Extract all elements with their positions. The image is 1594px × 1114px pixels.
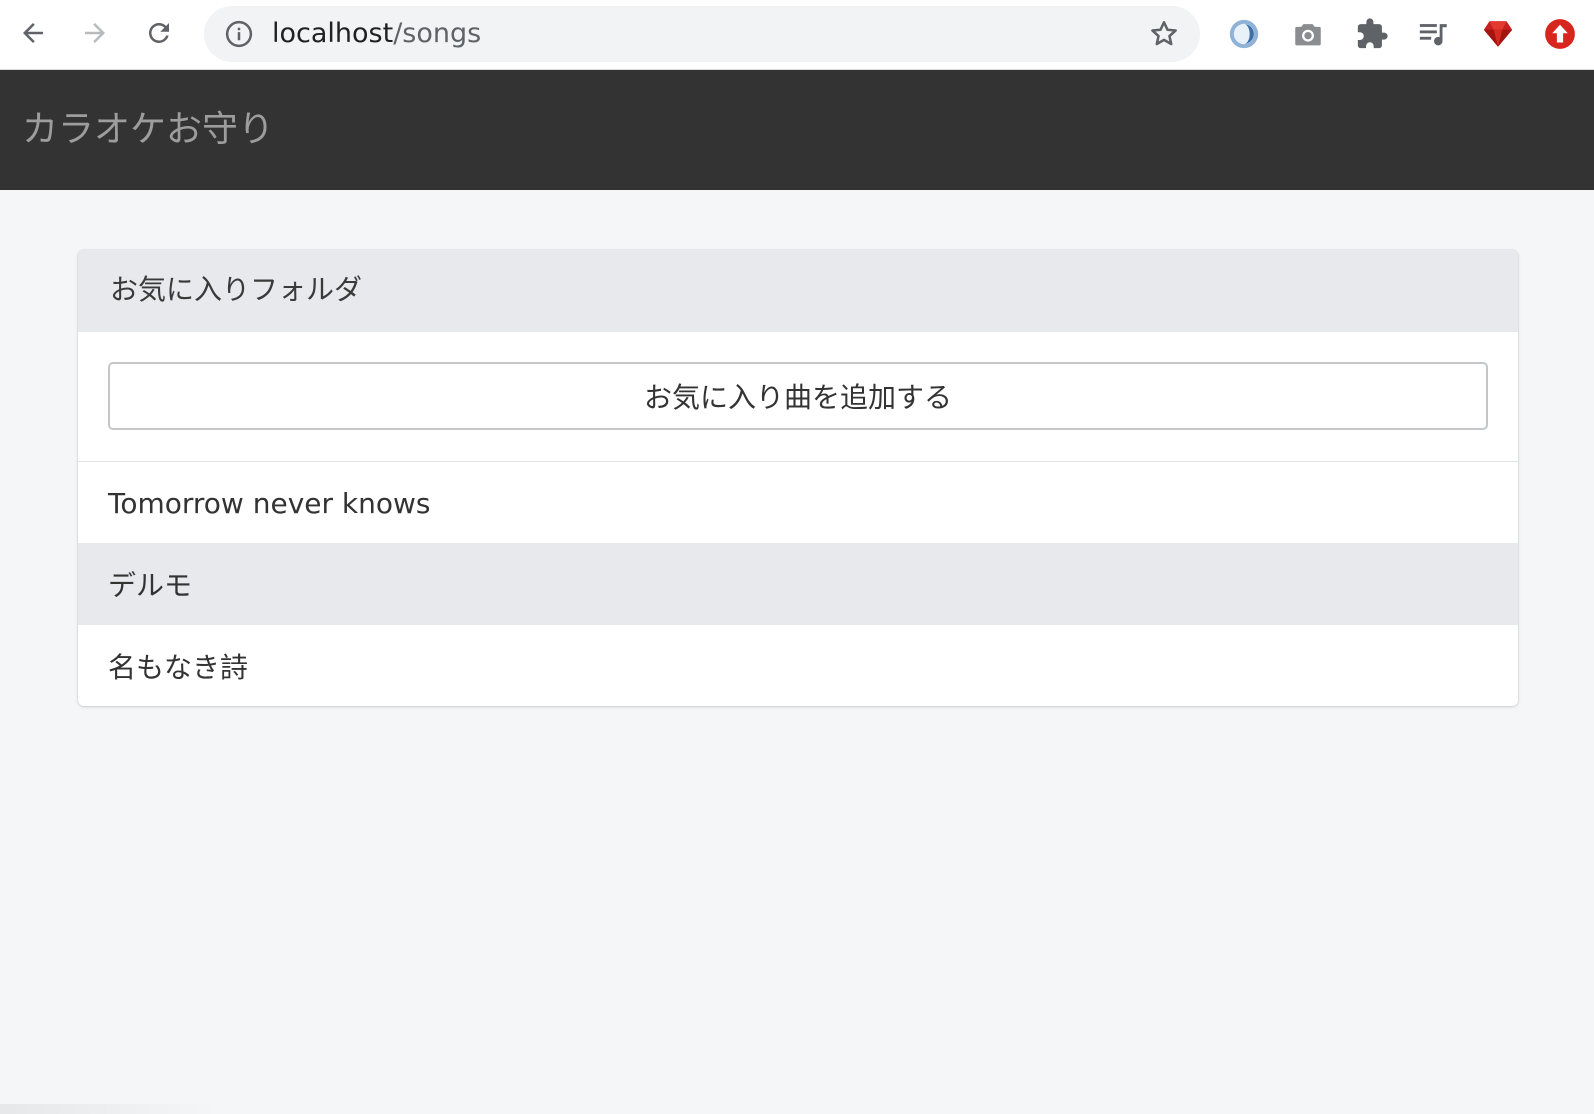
star-icon[interactable] <box>1148 18 1180 50</box>
playlist-icon <box>1419 24 1447 46</box>
url-host: localhost <box>272 18 394 49</box>
extensions-button[interactable] <box>1352 14 1392 54</box>
camera-icon <box>1295 24 1321 46</box>
red-upload-icon <box>1545 19 1575 49</box>
red-upload-extension[interactable] <box>1540 14 1580 54</box>
back-button[interactable] <box>12 12 54 54</box>
browser-toolbar: localhost/songs <box>0 0 1594 70</box>
url-text[interactable]: localhost/songs <box>272 19 481 49</box>
add-song-area: お気に入り曲を追加する <box>78 332 1518 462</box>
blue-circle-extension-icon <box>1229 19 1259 49</box>
song-item-derumo[interactable]: デルモ <box>78 543 1518 625</box>
app-navbar: カラオケお守り <box>0 70 1594 190</box>
song-item-na-mo-naki-uta[interactable]: 名もなき詩 <box>78 625 1518 706</box>
song-item-tomorrow-never-knows[interactable]: Tomorrow never knows <box>78 463 1518 543</box>
playlist-extension[interactable] <box>1414 14 1454 54</box>
puzzle-icon <box>1357 18 1388 49</box>
reload-icon <box>148 22 169 43</box>
card-header: お気に入りフォルダ <box>78 250 1518 332</box>
forward-button[interactable] <box>74 12 116 54</box>
add-favorite-song-button[interactable]: お気に入り曲を追加する <box>108 362 1488 430</box>
back-arrow-icon <box>23 23 43 43</box>
ruby-extension[interactable] <box>1478 14 1518 54</box>
forward-arrow-icon <box>85 23 105 43</box>
horizontal-scroll-shadow <box>0 1104 220 1114</box>
camera-extension[interactable] <box>1288 14 1328 54</box>
info-icon[interactable] <box>224 19 254 49</box>
blue-circle-extension[interactable] <box>1224 14 1264 54</box>
address-bar[interactable]: localhost/songs <box>204 6 1200 62</box>
url-path: /songs <box>393 18 482 49</box>
ruby-icon <box>1483 21 1513 47</box>
app-title[interactable]: カラオケお守り <box>22 108 274 152</box>
reload-button[interactable] <box>138 12 180 54</box>
favorites-folder-card: お気に入りフォルダ お気に入り曲を追加する Tomorrow never kno… <box>78 250 1518 706</box>
card-header-title: お気に入りフォルダ <box>110 273 363 306</box>
